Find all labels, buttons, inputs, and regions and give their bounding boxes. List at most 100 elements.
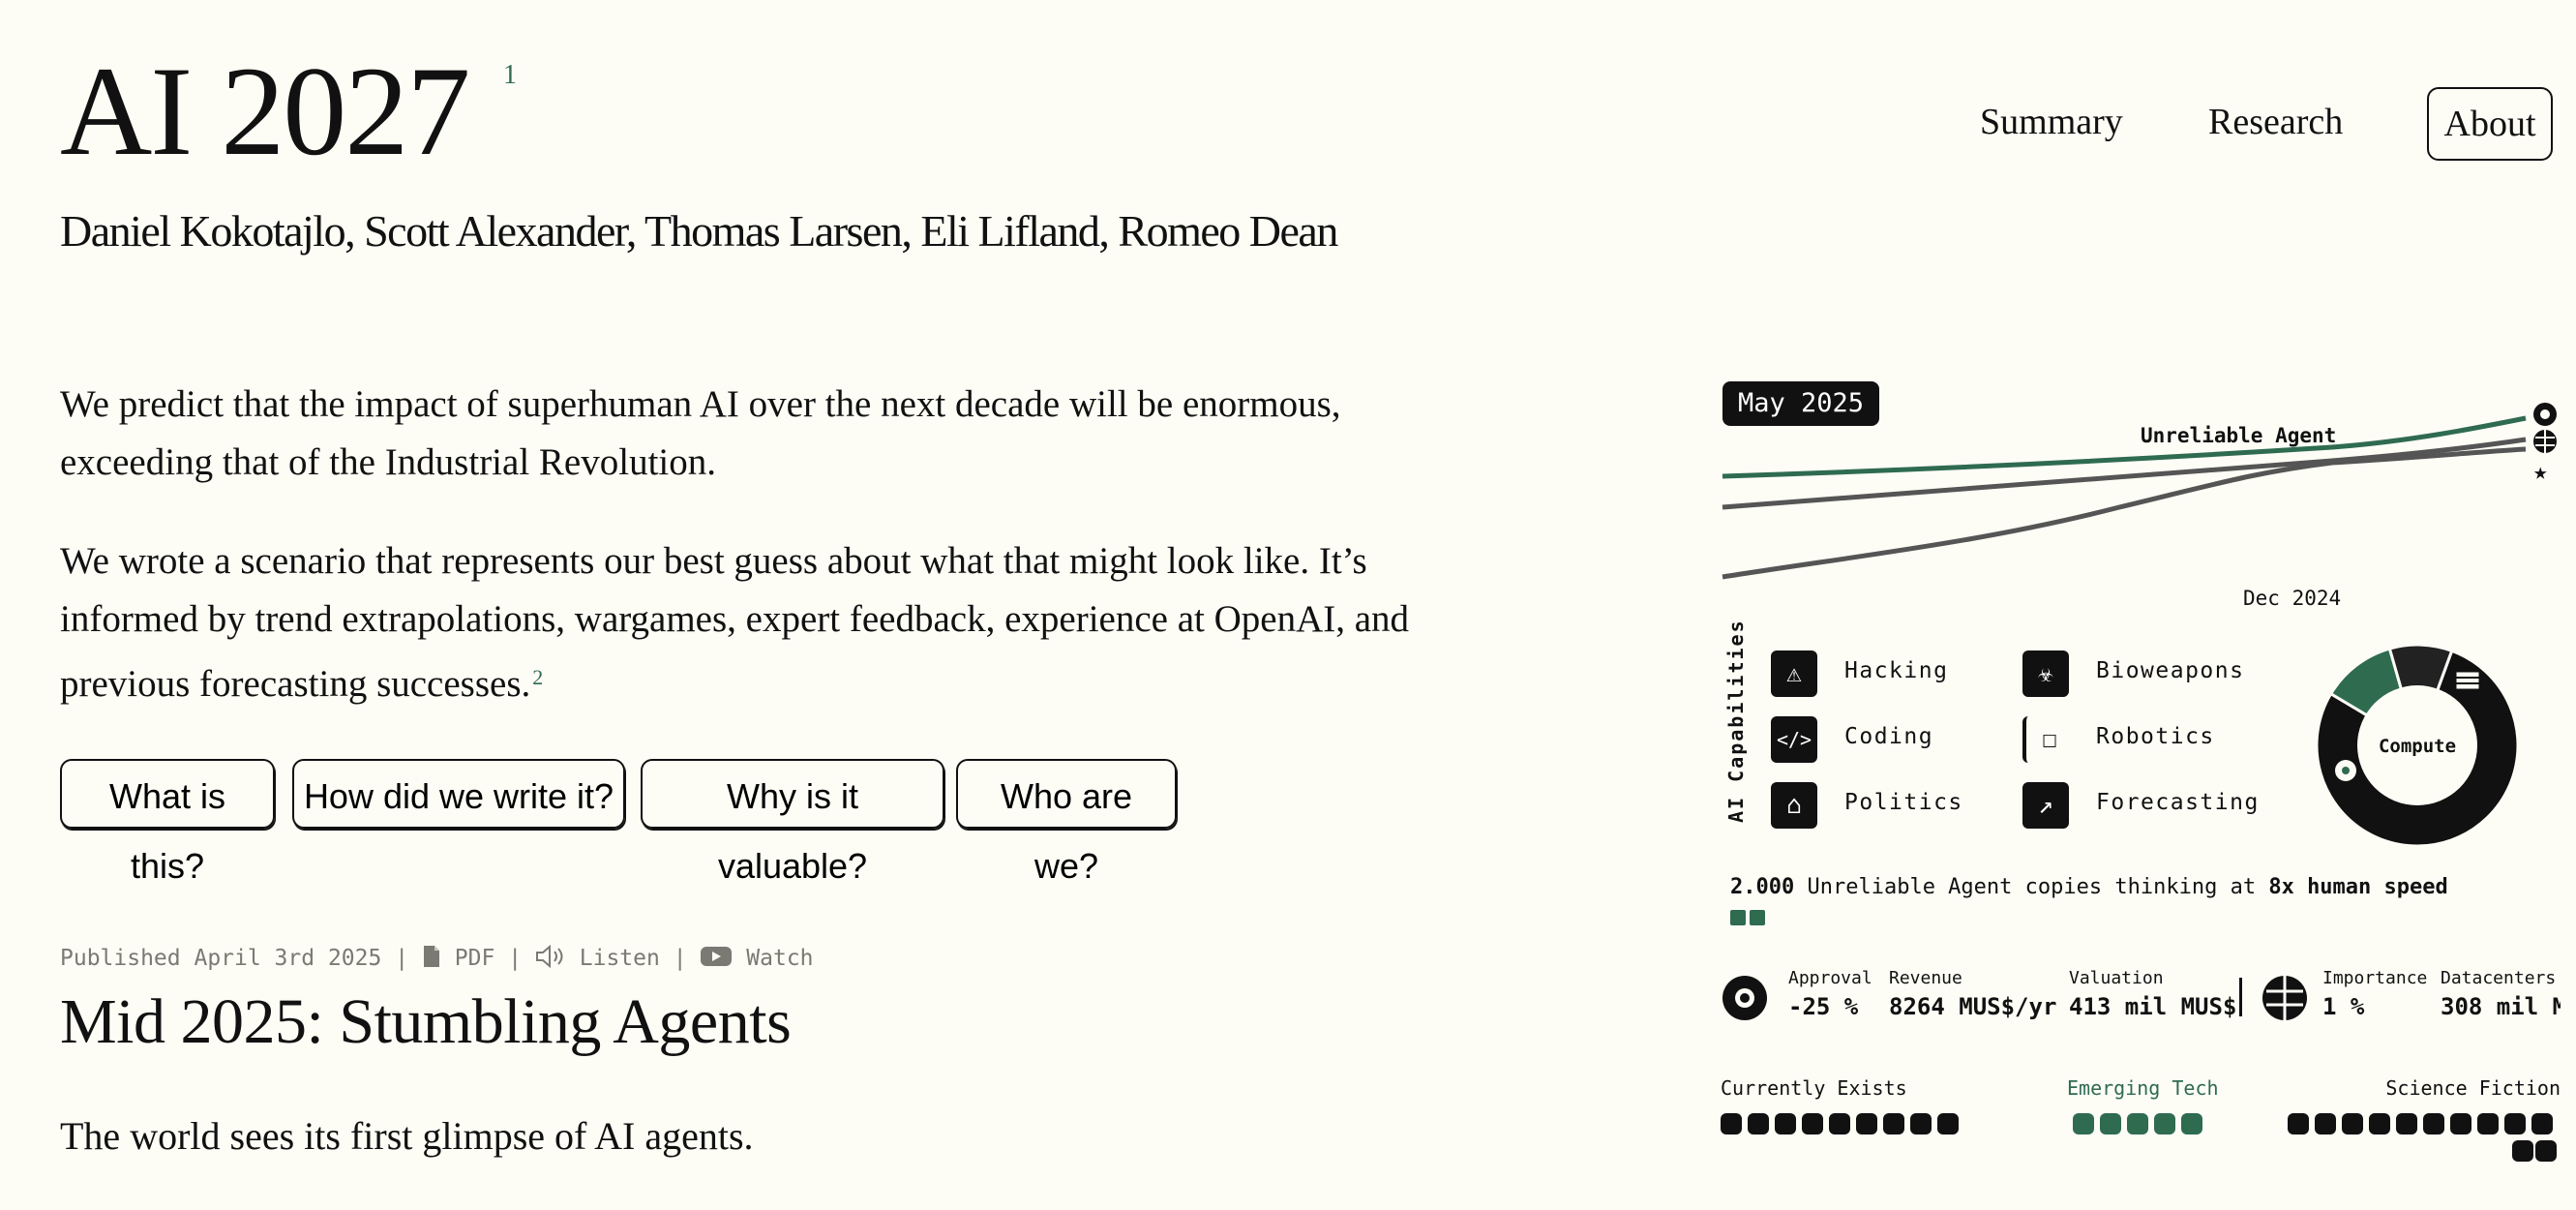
capability-label: Forecasting (2096, 790, 2260, 815)
tech-marker[interactable] (1775, 1113, 1796, 1134)
emerging-tech-marker[interactable] (2181, 1113, 2202, 1134)
youtube-icon[interactable] (700, 945, 733, 974)
pdf-link[interactable]: PDF (455, 946, 495, 971)
tech-marker[interactable] (1937, 1113, 1959, 1134)
capability-label: Robotics (2096, 724, 2215, 749)
tech-marker[interactable] (2288, 1113, 2309, 1134)
tech-marker[interactable] (2423, 1113, 2444, 1134)
who-are-we-button[interactable]: Who are we? (956, 759, 1177, 886)
tech-marker[interactable] (2450, 1113, 2471, 1134)
capability-label: Coding (1844, 724, 1934, 749)
revenue-value: 8264 MUS$/yr (1889, 993, 2057, 1020)
published-date: Published April 3rd 2025 (60, 946, 382, 971)
capability-label: Politics (1844, 790, 1963, 815)
how-did-we-write-it-button[interactable]: How did we write it? (292, 759, 625, 829)
importance-value: 1 % (2322, 993, 2365, 1020)
tech-marker[interactable] (1829, 1113, 1850, 1134)
authors: Daniel Kokotajlo, Scott Alexander, Thoma… (60, 206, 1338, 256)
openai-logo-icon (2533, 403, 2557, 426)
emerging-tech-marker[interactable] (2100, 1113, 2121, 1134)
emerging-tech-marker[interactable] (2127, 1113, 2148, 1134)
tech-marker[interactable] (2396, 1113, 2417, 1134)
separator: | (673, 946, 687, 971)
datacenters-label: Datacenters (2441, 968, 2557, 988)
revenue-label: Revenue (1889, 968, 1962, 988)
globe-icon (2533, 430, 2557, 453)
valuation-label: Valuation (2069, 968, 2164, 988)
openai-logo-icon (2335, 760, 2356, 781)
tech-marker[interactable] (1748, 1113, 1769, 1134)
nav-research[interactable]: Research (2208, 87, 2343, 157)
scenario-dashboard: ★ May 2025 Unreliable Agent Dec 2024 AI … (1713, 378, 2564, 1210)
approval-value: -25 % (1788, 993, 1859, 1020)
agent-copies-status: 2.000 Unreliable Agent copies thinking a… (1730, 875, 2448, 899)
tech-marker[interactable] (1802, 1113, 1823, 1134)
publication-info: Published April 3rd 2025 | PDF | Listen … (60, 944, 814, 974)
agent-copy-marker (1750, 910, 1765, 925)
emerging-tech-label: Emerging Tech (2067, 1076, 2219, 1100)
speaker-icon[interactable] (535, 944, 566, 974)
us-flag-icon (2455, 671, 2480, 690)
tech-marker[interactable] (2512, 1140, 2533, 1162)
capabilities-header: AI Capabilities (1724, 619, 1748, 823)
separator: | (508, 946, 523, 971)
globe-icon (2262, 976, 2307, 1020)
agent-copy-marker (1730, 910, 1746, 925)
tech-marker[interactable] (2342, 1113, 2363, 1134)
section-heading: Mid 2025: Stumbling Agents (60, 986, 792, 1057)
capitol-icon: ⌂ (1771, 782, 1817, 829)
intro-paragraph-2-text: We wrote a scenario that represents our … (60, 540, 1410, 705)
capability-label: Bioweapons (2096, 658, 2245, 683)
trend-line-green (1722, 415, 2527, 479)
importance-label: Importance (2322, 968, 2428, 988)
robot-icon: ☐ (2022, 716, 2073, 763)
tech-marker[interactable] (2535, 1140, 2557, 1162)
metrics-divider (2239, 978, 2242, 1016)
tech-marker[interactable] (1721, 1113, 1742, 1134)
agent-count: 2.000 (1730, 875, 1795, 899)
pdf-icon[interactable] (422, 945, 441, 974)
science-fiction-label: Science Fiction (2385, 1076, 2561, 1100)
intro-paragraph-2: We wrote a scenario that represents our … (60, 532, 1434, 713)
agent-description: Unreliable Agent copies thinking at (1807, 875, 2257, 899)
tech-marker[interactable] (2504, 1113, 2526, 1134)
trend-label: Unreliable Agent (2141, 424, 2337, 447)
stars-icon: ★ (2533, 458, 2547, 485)
emerging-tech-marker[interactable] (2154, 1113, 2175, 1134)
valuation-value: 413 mil MUS$ (2069, 993, 2237, 1020)
top-nav: Summary Research About (1945, 87, 2555, 161)
footnote-link[interactable]: 2 (532, 665, 543, 689)
tech-marker[interactable] (1910, 1113, 1932, 1134)
capability-label: Hacking (1844, 658, 1949, 683)
tech-marker[interactable] (2477, 1113, 2499, 1134)
tech-marker[interactable] (2369, 1113, 2390, 1134)
trend-chart-icon: ↗ (2022, 782, 2069, 829)
why-is-it-valuable-button[interactable]: Why is it valuable? (641, 759, 944, 886)
tech-marker[interactable] (1883, 1113, 1904, 1134)
nav-about[interactable]: About (2427, 87, 2553, 161)
datacenters-value: 308 mil M (2441, 993, 2561, 1020)
company-metrics: Approval -25 % Revenue 8264 MUS$/yr Valu… (1713, 968, 2564, 1045)
separator: | (395, 946, 409, 971)
intro-paragraph-1: We predict that the impact of superhuman… (60, 383, 1341, 483)
technology-tracker: Currently Exists Emerging Tech Science F… (1713, 1076, 2564, 1193)
site-title: AI 2027 (60, 40, 470, 182)
current-date-badge: May 2025 (1722, 381, 1880, 426)
currently-exists-label: Currently Exists (1721, 1076, 1907, 1100)
section-lede: The world sees its first glimpse of AI a… (60, 1114, 754, 1158)
agent-speed: 8x human speed (2268, 875, 2448, 899)
svg-text:★: ★ (2533, 458, 2547, 485)
emerging-tech-marker[interactable] (2073, 1113, 2094, 1134)
axis-date-label: Dec 2024 (2243, 587, 2342, 610)
what-is-this-button[interactable]: What is this? (60, 759, 275, 886)
tech-marker[interactable] (2315, 1113, 2336, 1134)
title-footnote[interactable]: 1 (503, 60, 517, 91)
nav-summary[interactable]: Summary (1980, 87, 2123, 157)
code-icon: </> (1771, 716, 1817, 763)
approval-label: Approval (1788, 968, 1872, 988)
tech-marker[interactable] (1856, 1113, 1877, 1134)
openai-logo-icon (1722, 976, 1767, 1020)
listen-link[interactable]: Listen (580, 946, 660, 971)
tech-marker[interactable] (2531, 1113, 2553, 1134)
watch-link[interactable]: Watch (746, 946, 813, 971)
